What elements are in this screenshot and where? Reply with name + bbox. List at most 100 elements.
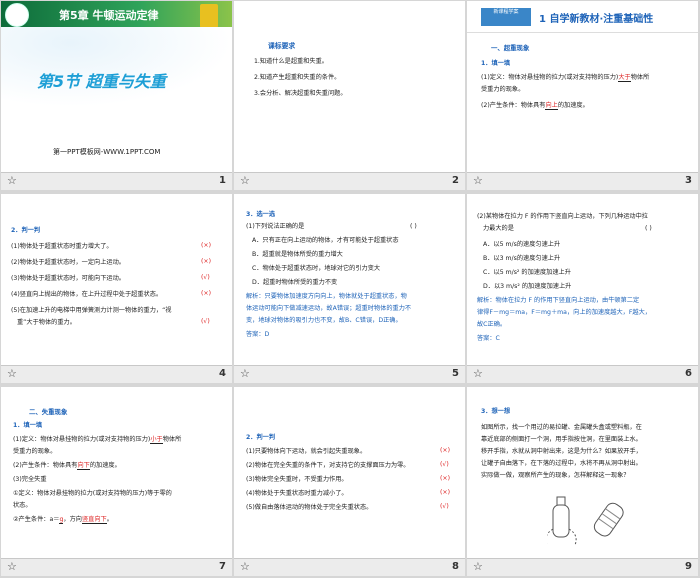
star-icon[interactable]: ☆ — [240, 560, 250, 573]
judge-mark: (×) — [201, 258, 212, 265]
subheading: 1．填一填 — [13, 422, 43, 429]
analysis-line: 体运动可能向下做减速运动，故A错误；超重时物体的重力不 — [246, 305, 412, 312]
background-decoration — [1, 27, 232, 107]
answer-fill: 竖直向下 — [81, 516, 107, 524]
judge-item: (1)只要物体向下运动，就会引起失重现象。 — [246, 448, 367, 455]
text-fragment: ②产生条件：a＝ — [13, 516, 60, 523]
slide-title: 第5节 超重与失重 — [37, 72, 166, 91]
judge-mark: (×) — [440, 489, 451, 496]
subheading: 3．选一选 — [246, 211, 276, 218]
star-icon[interactable]: ☆ — [7, 367, 17, 380]
subheading: 3．想一想 — [481, 408, 511, 415]
thumb-footer: ☆ 8 — [234, 558, 465, 576]
text-line: 让罐子自由落下，在下落的过程中，水将不再从洞中射出。 — [481, 460, 642, 467]
analysis-line: 解析：只要物体加速度方向向上，物体就处于超重状态，物 — [246, 293, 407, 300]
text-line: 实际做一做，观察所产生的现象，怎样解释这一现象？ — [481, 472, 630, 479]
star-icon[interactable]: ☆ — [240, 174, 250, 187]
thumb-footer: ☆ 5 — [234, 365, 465, 383]
answer-fill: 向下 — [77, 462, 90, 470]
text-fragment: 物体所 — [630, 74, 650, 81]
bottle-neck — [556, 496, 566, 505]
slide-canvas: 3．想一想 如图所示，找一个用过的易拉罐、金属罐头盒或塑料瓶，在 靠近底部的侧面… — [467, 387, 698, 558]
bottle-shape — [552, 504, 570, 538]
text-fragment: ，方向 — [63, 516, 82, 523]
judge-item: (4)竖直向上抛出的物体，在上升过程中处于超重状态。 — [11, 291, 163, 298]
thumb-footer: ☆ 4 — [1, 365, 232, 383]
option: A．只有正在向上运动的物体，才有可能处于超重状态 — [252, 237, 399, 244]
answer-fill: 大于 — [618, 74, 631, 82]
judge-item: (3)物体处于超重状态时，可能向下运动。 — [11, 275, 125, 282]
answer-fill: 向上 — [545, 102, 558, 110]
judge-mark: (×) — [201, 290, 212, 297]
slide-thumb-6[interactable]: (2)某物体在拉力 F 的作用下竖直向上运动，下列几种运动中拉 力最大的是 ( … — [466, 193, 699, 385]
judge-mark: (×) — [440, 447, 451, 454]
star-icon[interactable]: ☆ — [473, 367, 483, 380]
text-line: 靠近底部的侧面打一个洞，用手指按住洞，在里面装上水。 — [481, 436, 642, 443]
subheading: 2．判一判 — [246, 434, 276, 441]
slide-number: 6 — [685, 368, 692, 379]
slide-thumb-4[interactable]: 2．判一判 (1)物体处于超重状态时重力增大了。 (×) (2)物体处于超重状态时… — [0, 193, 233, 385]
text-fragment: 的加速度。 — [89, 462, 121, 469]
judge-item: (2)物体处于超重状态时，一定向上运动。 — [11, 259, 125, 266]
text-line: ①定义：物体对悬挂物的拉力(或对支持物的压力)等于零的 — [13, 490, 172, 497]
option: D．超重时物体所受的重力不变 — [252, 279, 338, 286]
falling-bottle — [593, 502, 624, 537]
answer-bracket: ( ) — [410, 223, 417, 230]
option: C．物体处于超重状态时，地球对它的引力变大 — [252, 265, 381, 272]
slide-heading: 课标要求 — [268, 42, 296, 50]
judge-mark: (√) — [201, 274, 210, 281]
slide-thumb-2[interactable]: 课标要求 1.知道什么是超重和失重。 2.知道产生超重和失重的条件。 3.会分析… — [233, 0, 466, 192]
text-fragment: (2)产生条件：物体具有 — [481, 102, 546, 109]
slide-number: 8 — [452, 561, 459, 572]
judge-item: (3)物体完全失重时，不受重力作用。 — [246, 476, 348, 483]
slide-canvas: 课标要求 1.知道什么是超重和失重。 2.知道产生超重和失重的条件。 3.会分析… — [234, 1, 465, 172]
slide-number: 4 — [219, 368, 226, 379]
star-icon[interactable]: ☆ — [473, 174, 483, 187]
slide-thumb-1[interactable]: 第5章 牛顿运动定律 第5节 超重与失重 第一PPT模板网-WWW.1PPT.C… — [0, 0, 233, 192]
star-icon[interactable]: ☆ — [7, 560, 17, 573]
slide-number: 3 — [685, 175, 692, 186]
text-line: 受重力的现象。 — [13, 448, 57, 455]
slide-thumb-9[interactable]: 3．想一想 如图所示，找一个用过的易拉罐、金属罐头盒或塑料瓶，在 靠近底部的侧面… — [466, 386, 699, 578]
slide-thumb-3[interactable]: 新课程学案 1 自学新教材·注重基础性 一、超重现象 1．填一填 (1)定义：物… — [466, 0, 699, 192]
slide-thumb-8[interactable]: 2．判一判 (1)只要物体向下运动，就会引起失重现象。 (×) (2)物体在完全失… — [233, 386, 466, 578]
section-title: 二、失重现象 — [29, 408, 68, 416]
option: C．以5 m/s² 的加速度加速上升 — [483, 269, 571, 276]
subheading: 2．判一判 — [11, 227, 41, 234]
text-fragment: 。 — [106, 516, 113, 523]
analysis-line: 解析：物体在拉力 F 的作用下竖直向上运动，由牛顿第二定 — [477, 297, 640, 304]
slide-number: 5 — [452, 368, 459, 379]
slide-canvas: 2．判一判 (1)物体处于超重状态时重力增大了。 (×) (2)物体处于超重状态时… — [1, 194, 232, 365]
thumb-footer: ☆ 6 — [467, 365, 698, 383]
site-credit: 第一PPT模板网-WWW.1PPT.COM — [53, 148, 161, 156]
judge-item: 重”大于物体的重力。 — [17, 319, 76, 326]
slide-canvas: 3．选一选 (1)下列说法正确的是 ( ) A．只有正在向上运动的物体，才有可能… — [234, 194, 465, 365]
slide-canvas: 2．判一判 (1)只要物体向下运动，就会引起失重现象。 (×) (2)物体在完全失… — [234, 387, 465, 558]
water-jet — [547, 528, 554, 545]
analysis-line: 故C正确。 — [477, 321, 507, 328]
slide-canvas: 二、失重现象 1．填一填 (1)定义：物体对悬挂物的拉力(或对支持物的压力)小于… — [1, 387, 232, 558]
chapter-title: 第5章 牛顿运动定律 — [59, 9, 159, 22]
dandelion-icon — [5, 3, 29, 27]
judge-item: (5)做自由落体运动的物体处于完全失重状态。 — [246, 504, 373, 511]
text-line: 如图所示，找一个用过的易拉罐、金属罐头盒或塑料瓶，在 — [481, 424, 642, 431]
star-icon[interactable]: ☆ — [473, 560, 483, 573]
logo: 新课程学案 — [481, 8, 531, 26]
slide-canvas: 第5章 牛顿运动定律 第5节 超重与失重 第一PPT模板网-WWW.1PPT.C… — [1, 1, 232, 172]
thumb-footer: ☆ 3 — [467, 172, 698, 190]
judge-mark: (√) — [440, 503, 449, 510]
text-fragment: (1)定义：物体对悬挂物的拉力(或对支持物的压力) — [13, 436, 151, 443]
judge-item: (5)在加速上升的电梯中用弹簧测力计测一物体的重力，“视 — [11, 307, 172, 314]
thumb-footer: ☆ 9 — [467, 558, 698, 576]
slide-number: 2 — [452, 175, 459, 186]
question: 力最大的是 — [483, 225, 514, 232]
star-icon[interactable]: ☆ — [7, 174, 17, 187]
star-icon[interactable]: ☆ — [240, 367, 250, 380]
slide-thumb-5[interactable]: 3．选一选 (1)下列说法正确的是 ( ) A．只有正在向上运动的物体，才有可能… — [233, 193, 466, 385]
judge-mark: (√) — [440, 461, 449, 468]
answer: 答案：C — [477, 335, 500, 342]
slide-canvas: 新课程学案 1 自学新教材·注重基础性 一、超重现象 1．填一填 (1)定义：物… — [467, 1, 698, 172]
slide-thumb-7[interactable]: 二、失重现象 1．填一填 (1)定义：物体对悬挂物的拉力(或对支持物的压力)小于… — [0, 386, 233, 578]
question: (2)某物体在拉力 F 的作用下竖直向上运动，下列几种运动中拉 — [477, 213, 648, 220]
judge-mark: (√) — [201, 318, 210, 325]
